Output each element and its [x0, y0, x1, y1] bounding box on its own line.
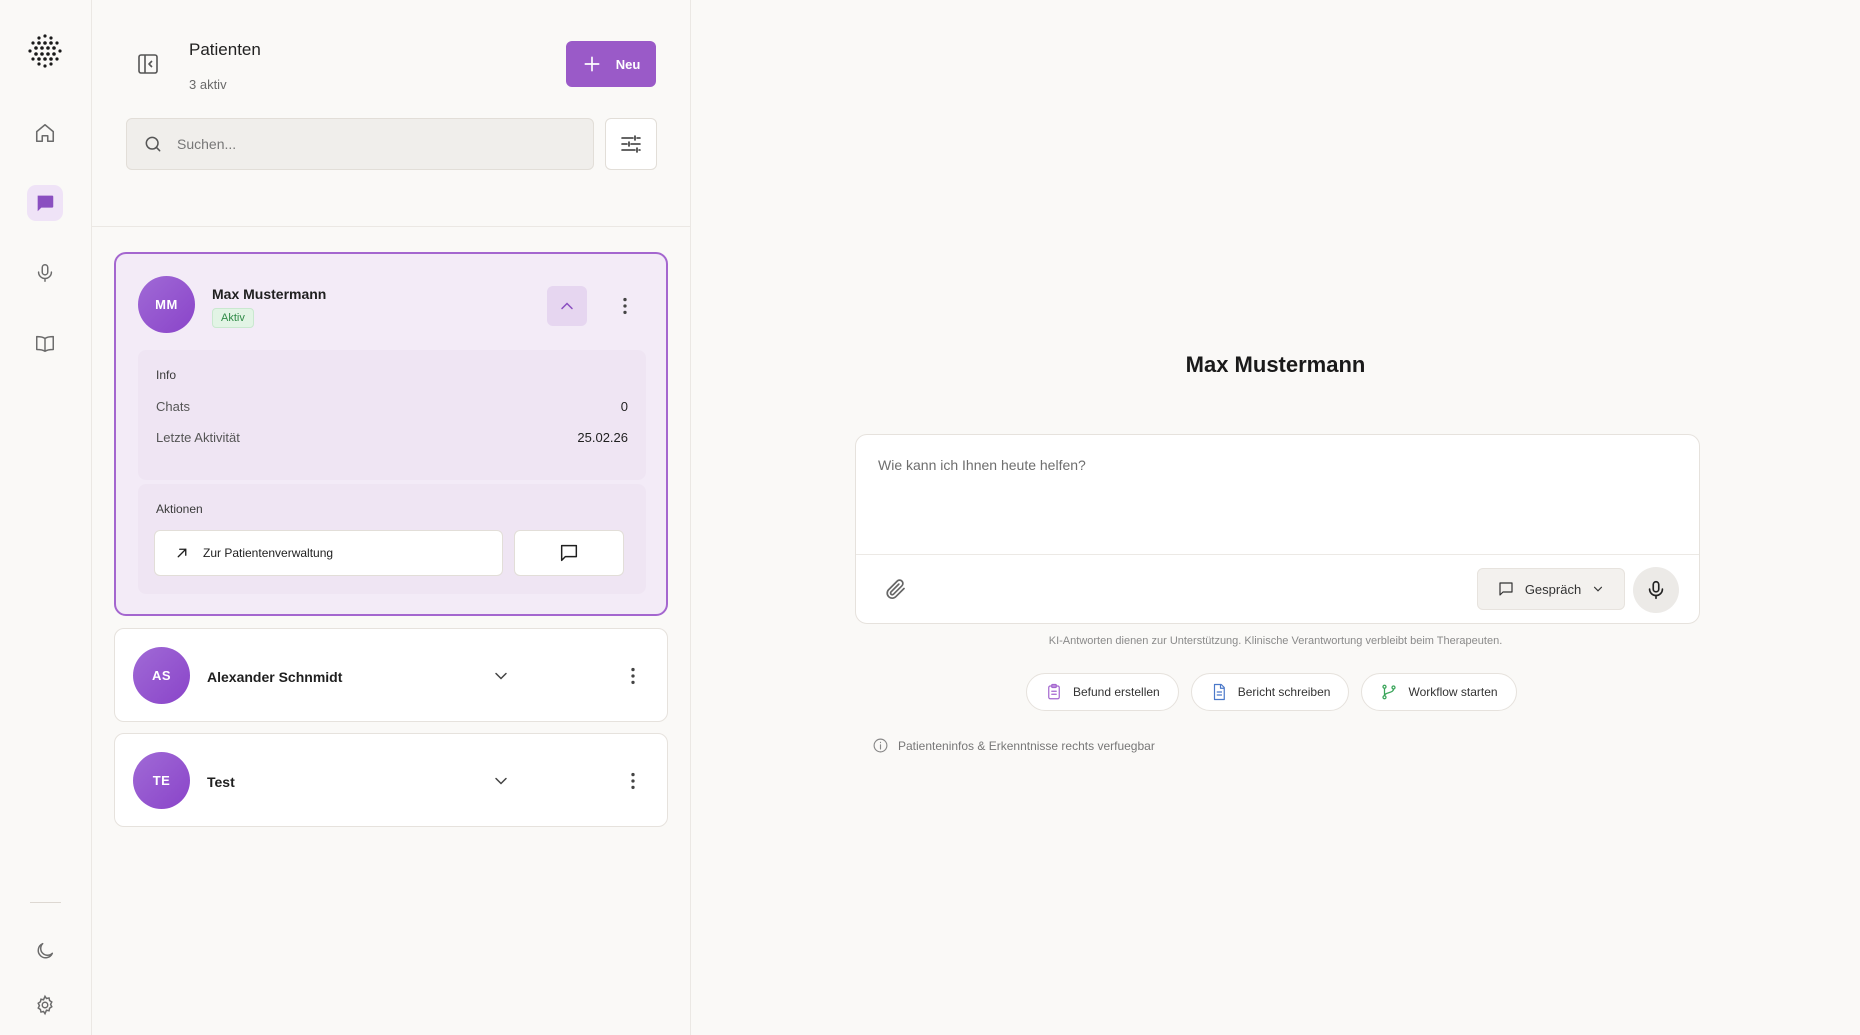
actions-section: Aktionen Zur Patientenverwaltung [138, 484, 646, 594]
search-input[interactable] [177, 136, 557, 152]
avatar: MM [138, 276, 195, 333]
home-icon[interactable] [27, 115, 63, 151]
new-patient-button[interactable]: Neu [566, 41, 656, 87]
microphone-icon [1648, 580, 1664, 600]
create-findings-chip[interactable]: Befund erstellen [1026, 673, 1179, 711]
chip-label: Bericht schreiben [1237, 685, 1331, 699]
clipboard-icon [1048, 683, 1060, 700]
status-badge: Aktiv [212, 308, 254, 328]
ai-disclaimer: KI-Antworten dienen zur Unterstützung. K… [1048, 635, 1503, 647]
chevron-down-icon [1594, 586, 1603, 592]
start-workflow-chip[interactable]: Workflow starten [1361, 673, 1517, 711]
patient-card-alexander-schnmidt[interactable]: AS Alexander Schnmidt [114, 628, 668, 722]
chat-main: Max Mustermann Gespräch KI-Antworten die… [691, 0, 1860, 1035]
write-report-chip[interactable]: Bericht schreiben [1190, 673, 1350, 711]
chat-title: Max Mustermann [1185, 352, 1366, 377]
patient-card-test[interactable]: TE Test [114, 733, 668, 827]
sidebar-collapse-icon[interactable] [136, 52, 160, 76]
info-hint: Patienteninfos & Erkenntnisse rechts ver… [872, 737, 1155, 754]
patient-name: Max Mustermann [212, 286, 327, 302]
expand-card-button[interactable] [481, 761, 521, 801]
filter-button[interactable] [605, 118, 657, 170]
branch-icon [1382, 684, 1397, 700]
moon-icon[interactable] [27, 933, 63, 969]
document-icon [1213, 683, 1225, 701]
message-icon [1499, 582, 1513, 596]
new-patient-label: Neu [615, 56, 641, 72]
composer-divider [856, 554, 1699, 555]
quick-actions: Befund erstellen Bericht schreiben Workf… [1026, 673, 1517, 711]
chevron-down-icon [495, 672, 507, 680]
open-patient-admin-button[interactable]: Zur Patientenverwaltung [154, 530, 503, 576]
chip-label: Workflow starten [1408, 685, 1498, 699]
panel-header: Patienten 3 aktiv Neu [92, 0, 691, 227]
rail-divider [30, 902, 61, 903]
expand-card-button[interactable] [481, 656, 521, 696]
patient-card-max-mustermann[interactable]: MM Max Mustermann Aktiv Info Chats 0 Let… [114, 252, 668, 616]
collapse-card-button[interactable] [547, 286, 587, 326]
gear-icon[interactable] [27, 987, 63, 1023]
plus-icon [584, 56, 600, 72]
chat-icon[interactable] [27, 185, 63, 221]
more-options-icon[interactable] [613, 294, 637, 318]
info-icon [873, 738, 888, 753]
arrow-up-right-icon [177, 548, 187, 558]
patient-panel: Patienten 3 aktiv Neu MM Max Mustermann … [92, 0, 691, 1035]
info-section: Info Chats 0 Letzte Aktivität 25.02.26 [138, 350, 646, 480]
app-logo-icon[interactable] [27, 33, 63, 69]
chip-label: Befund erstellen [1073, 685, 1160, 699]
open-patient-admin-label: Zur Patientenverwaltung [203, 546, 334, 560]
book-icon[interactable] [27, 326, 63, 362]
icon-rail [0, 0, 92, 1035]
search-box[interactable] [126, 118, 594, 170]
message-icon [560, 544, 578, 562]
more-options-icon[interactable] [621, 769, 645, 793]
patient-name: Alexander Schnmidt [207, 669, 343, 685]
active-count: 3 aktiv [189, 77, 227, 92]
last-activity-label: Letzte Aktivität [156, 430, 240, 445]
mode-label: Gespräch [1524, 581, 1582, 597]
sliders-icon [621, 135, 641, 153]
chevron-up-icon [561, 302, 573, 310]
avatar: AS [133, 647, 190, 704]
chevron-down-icon [495, 777, 507, 785]
actions-label: Aktionen [156, 502, 203, 516]
info-label: Info [156, 368, 177, 382]
search-icon [145, 136, 161, 152]
paperclip-icon[interactable] [884, 577, 908, 601]
mode-select[interactable]: Gespräch [1477, 568, 1625, 610]
avatar: TE [133, 752, 190, 809]
last-activity-value: 25.02.26 [577, 430, 628, 445]
patient-name: Test [207, 774, 235, 790]
message-composer: Gespräch [855, 434, 1700, 624]
voice-input-button[interactable] [1633, 567, 1679, 613]
chats-label: Chats [156, 399, 190, 414]
panel-title: Patienten [189, 40, 261, 59]
microphone-icon[interactable] [27, 255, 63, 291]
more-options-icon[interactable] [621, 664, 645, 688]
chats-value: 0 [620, 399, 628, 414]
message-input[interactable] [878, 457, 1678, 537]
hint-text: Patienteninfos & Erkenntnisse rechts ver… [898, 738, 1155, 753]
open-chat-button[interactable] [514, 530, 624, 576]
